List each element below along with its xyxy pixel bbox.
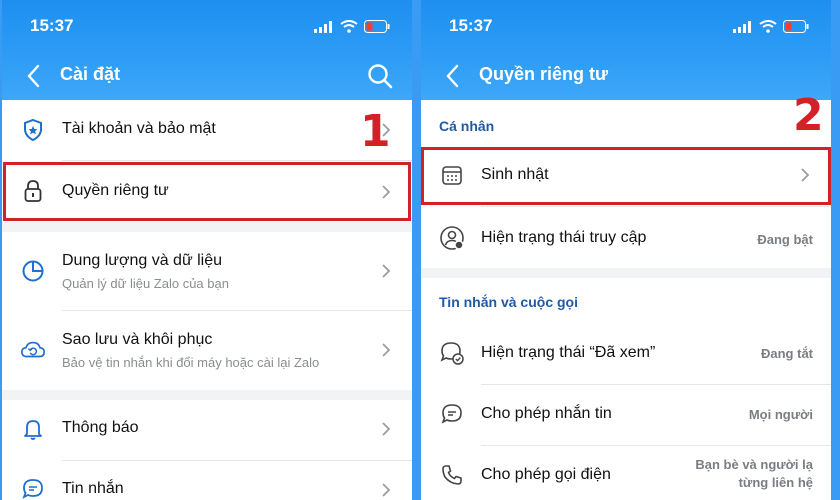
phone-icon — [439, 462, 465, 488]
pie-chart-icon — [20, 258, 46, 284]
settings-item-label: Tin nhắn — [62, 480, 124, 497]
status-time: 15:37 — [30, 16, 74, 35]
privacy-item-allow-messages[interactable]: Cho phép nhắn tin Mọi người — [421, 385, 831, 445]
privacy-item-online-status[interactable]: Hiện trạng thái truy cập Đang bật — [421, 207, 831, 268]
shield-icon — [20, 117, 46, 143]
status-icons — [733, 20, 809, 33]
status-icons — [314, 20, 390, 33]
settings-card-data: Dung lượng và dữ liệu Quản lý dữ liệu Za… — [2, 232, 412, 390]
settings-item-notifications[interactable]: Thông báo — [2, 400, 412, 460]
panel-divider — [412, 0, 421, 500]
privacy-item-label: Hiện trạng thái “Đã xem” — [481, 344, 656, 361]
settings-item-backup[interactable]: Sao lưu và khôi phục Bảo vệ tin nhắn khi… — [2, 311, 412, 390]
privacy-item-label: Hiện trạng thái truy cập — [481, 229, 647, 246]
settings-item-label: Thông báo — [62, 419, 139, 436]
message-icon — [439, 401, 465, 427]
privacy-item-value: Đang bật — [757, 232, 813, 247]
settings-item-label: Tài khoản và bảo mật — [62, 120, 216, 137]
privacy-item-value-line1: Bạn bè và người lạ — [695, 457, 813, 472]
privacy-item-seen-status[interactable]: Hiện trạng thái “Đã xem” Đang tắt — [421, 322, 831, 384]
highlight-box-birthday — [421, 147, 831, 205]
chat-icon — [20, 476, 46, 500]
seen-chat-icon — [439, 340, 465, 366]
battery-icon — [364, 20, 390, 33]
chevron-right-icon — [382, 483, 391, 497]
settings-item-messages[interactable]: Tin nhắn — [2, 461, 412, 500]
step-number-2: 2 — [793, 90, 824, 141]
settings-card-notifications: Thông báo Tin nhắn — [2, 400, 412, 500]
settings-item-subtitle: Quản lý dữ liệu Zalo của bạn — [62, 276, 229, 291]
header-bar: 15:37 Quyền riêng tư — [421, 0, 831, 100]
chevron-right-icon — [382, 343, 391, 357]
privacy-item-value: Mọi người — [748, 407, 813, 422]
privacy-item-label: Cho phép gọi điện — [481, 466, 611, 483]
battery-icon — [783, 20, 809, 33]
signal-icon — [733, 20, 751, 33]
section-header-messages: Tin nhắn và cuộc gọi — [439, 294, 578, 310]
chevron-right-icon — [382, 422, 391, 436]
search-icon[interactable] — [366, 62, 394, 90]
back-arrow-icon[interactable] — [443, 62, 465, 90]
highlight-box-privacy — [3, 162, 411, 221]
signal-icon — [314, 20, 332, 33]
back-arrow-icon[interactable] — [24, 62, 46, 90]
privacy-item-value: Đang tắt — [761, 346, 813, 361]
settings-item-storage[interactable]: Dung lượng và dữ liệu Quản lý dữ liệu Za… — [2, 232, 412, 310]
status-time: 15:37 — [449, 16, 493, 35]
user-status-icon — [439, 225, 465, 251]
settings-item-subtitle: Bảo vệ tin nhắn khi đổi máy hoặc cài lại… — [62, 355, 320, 370]
privacy-screen: 15:37 Quyền riêng tư Cá nhân Sinh nhật H… — [421, 0, 831, 500]
privacy-item-value: Bạn bè và người lạ từng liên hệ — [695, 456, 813, 492]
page-title: Quyền riêng tư — [479, 64, 609, 84]
page-title: Cài đặt — [60, 64, 121, 84]
privacy-item-value-line2: từng liên hệ — [738, 475, 813, 490]
settings-item-label: Dung lượng và dữ liệu — [62, 252, 222, 269]
header-bar: 15:37 Cài đặt — [2, 0, 412, 100]
privacy-card-messages: Tin nhắn và cuộc gọi Hiện trạng thái “Đã… — [421, 278, 831, 500]
bell-icon — [20, 416, 46, 442]
wifi-icon — [759, 20, 777, 33]
step-number-1: 1 — [360, 106, 391, 157]
settings-list: Tài khoản và bảo mật Quyền riêng tư Dung… — [2, 100, 412, 500]
settings-screen: 15:37 Cài đặt Tài khoản và bảo mật Quyền… — [2, 0, 412, 500]
wifi-icon — [340, 20, 358, 33]
privacy-item-label: Cho phép nhắn tin — [481, 405, 612, 422]
cloud-sync-icon — [20, 337, 46, 363]
section-header-personal: Cá nhân — [439, 118, 495, 134]
settings-item-account[interactable]: Tài khoản và bảo mật — [2, 100, 412, 160]
settings-item-label: Sao lưu và khôi phục — [62, 331, 213, 348]
chevron-right-icon — [382, 264, 391, 278]
privacy-item-allow-calls[interactable]: Cho phép gọi điện Bạn bè và người lạ từn… — [421, 446, 831, 500]
